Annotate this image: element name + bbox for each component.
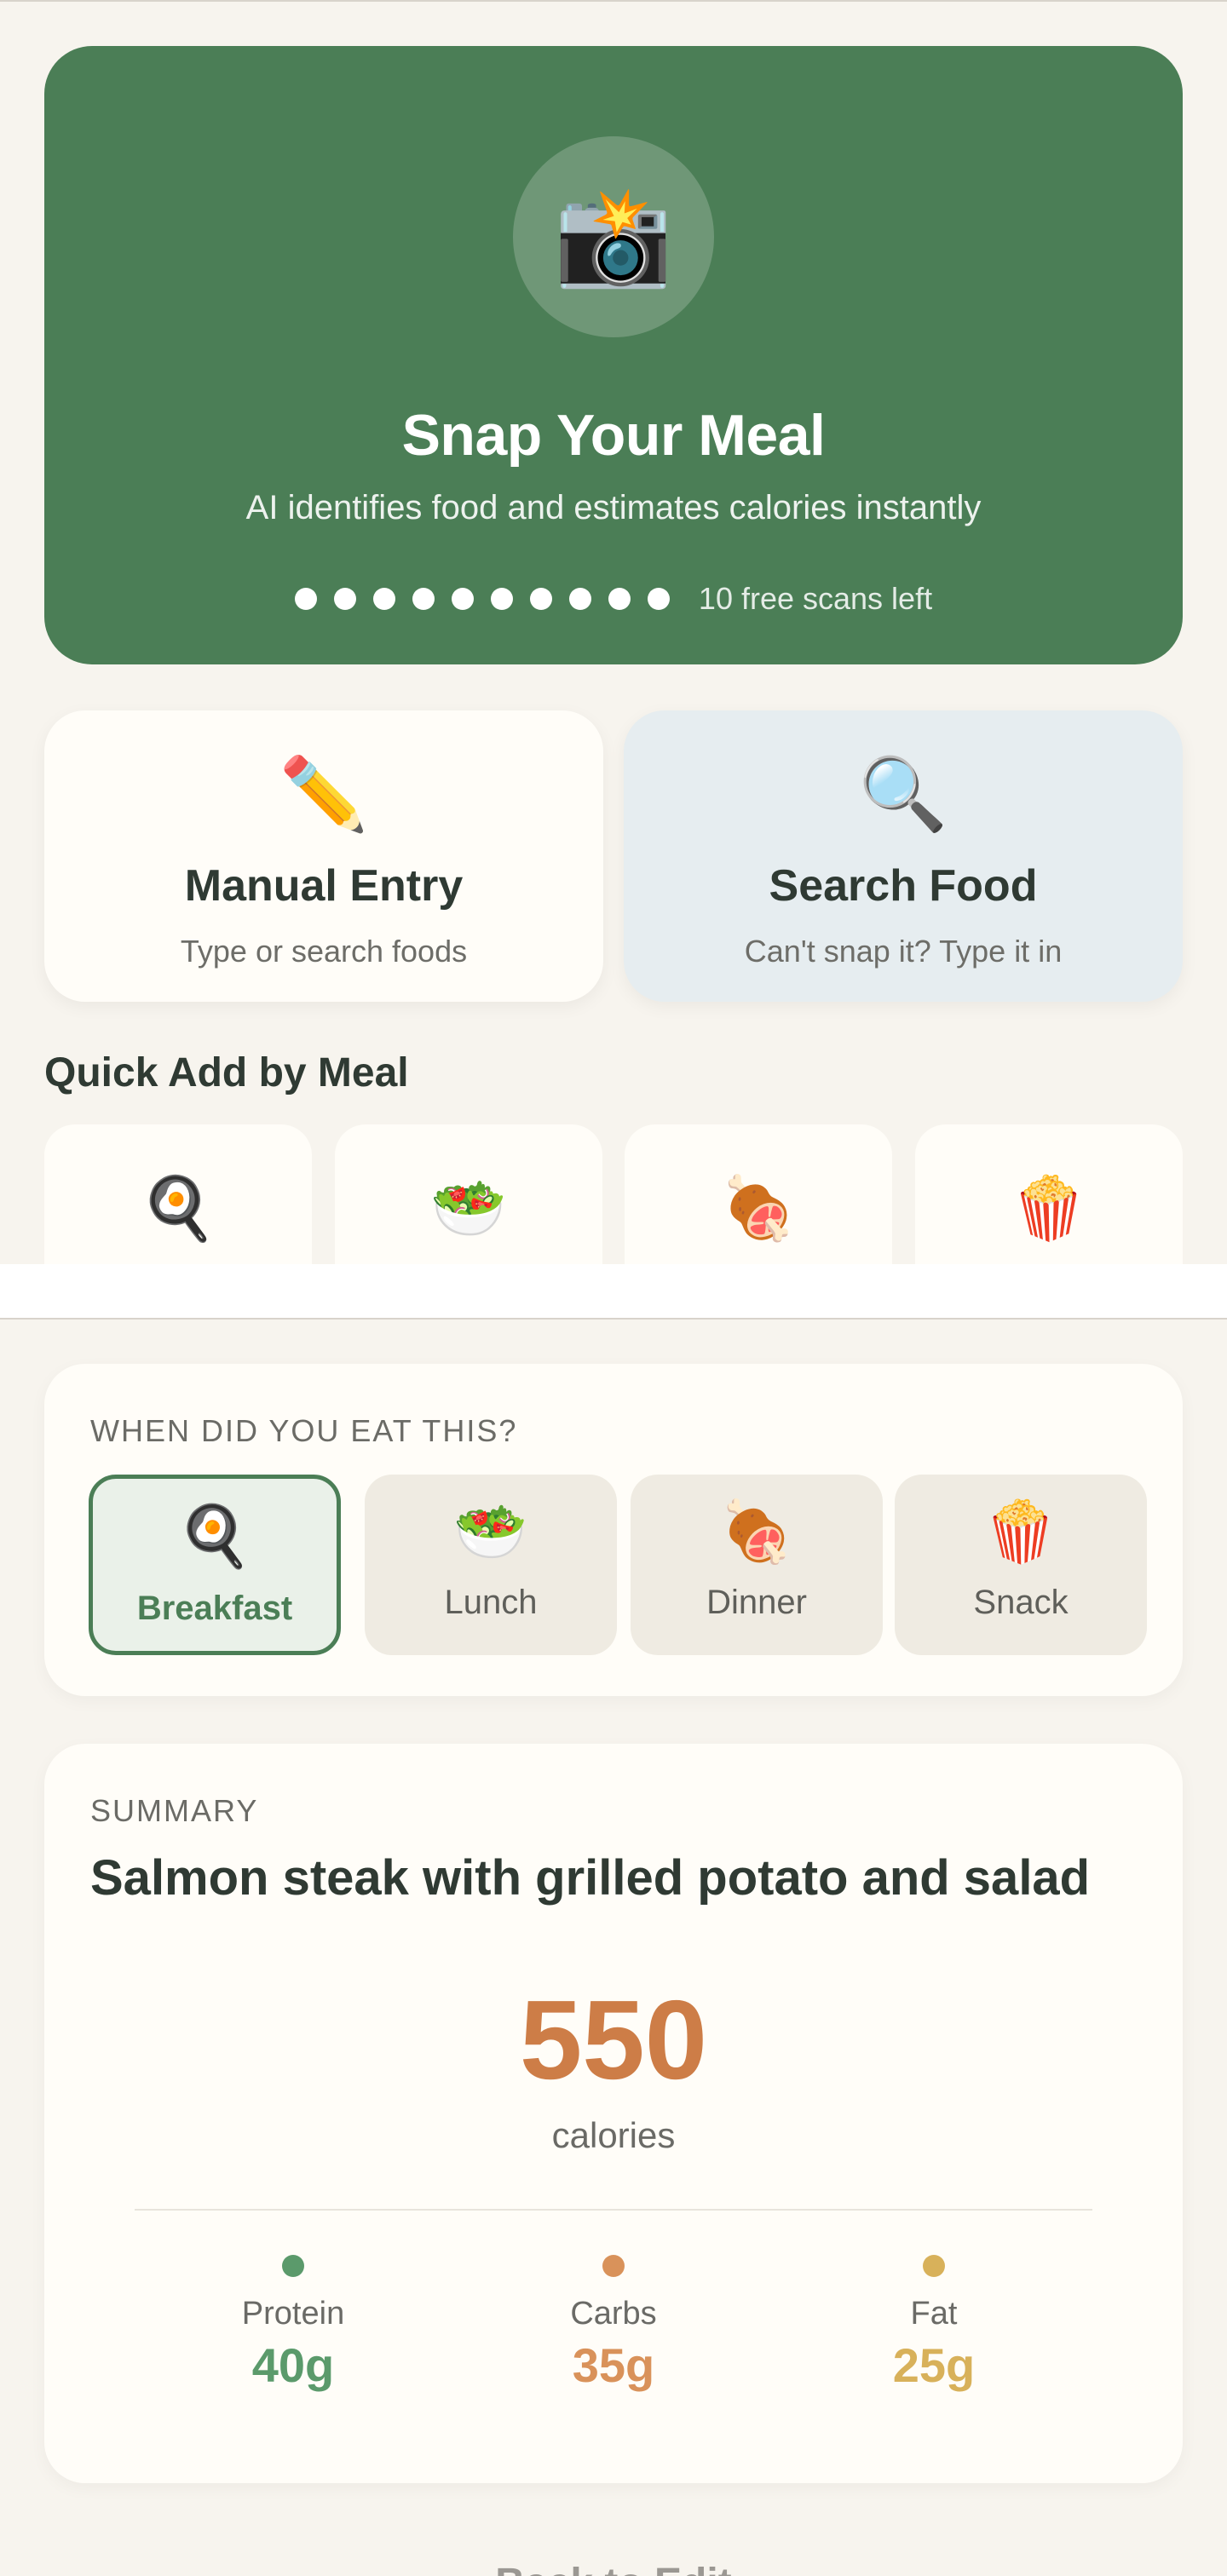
screen-separator [0, 1264, 1227, 1318]
meal-option-dinner[interactable]: 🍖 Dinner [631, 1475, 883, 1655]
quick-add-lunch[interactable]: 🥗 [335, 1124, 602, 1264]
quick-add-breakfast[interactable]: 🍳 [44, 1124, 312, 1264]
calorie-count: 550 [519, 1977, 708, 2102]
pencil-icon: ✏️ [279, 754, 369, 834]
quick-add-dinner[interactable]: 🍖 [625, 1124, 892, 1264]
scan-dot [647, 588, 670, 610]
macro-label: Protein [241, 2296, 345, 2332]
scan-dots [294, 588, 670, 610]
summary-label: SUMMARY [90, 1793, 259, 1828]
frying-pan-icon: 🍳 [177, 1503, 252, 1569]
summary-panel: SUMMARY Salmon steak with grilled potato… [44, 1744, 1183, 2483]
meal-option-label: Breakfast [136, 1590, 293, 1627]
scan-dot [294, 588, 317, 610]
scan-meter: 10 free scans left [44, 581, 1183, 617]
fat-dot [923, 2255, 945, 2277]
meal-time-label: WHEN DID YOU EAT THIS? [90, 1413, 518, 1448]
popcorn-icon: 🍿 [1011, 1175, 1087, 1243]
macro-protein: Protein 40g [165, 2255, 421, 2393]
search-food-title: Search Food [769, 861, 1038, 911]
scan-dot [529, 588, 552, 610]
carbs-dot [602, 2255, 625, 2277]
salad-icon: 🥗 [453, 1498, 528, 1565]
meal-option-snack[interactable]: 🍿 Snack [895, 1475, 1147, 1655]
meat-icon: 🍖 [719, 1498, 794, 1565]
macro-value: 35g [572, 2338, 655, 2392]
quick-add-title: Quick Add by Meal [44, 1050, 409, 1095]
protein-dot [282, 2255, 304, 2277]
back-to-edit-button[interactable]: Back to Edit [0, 2560, 1227, 2576]
capture-screen: 📸 Snap Your Meal AI identifies food and … [0, 0, 1227, 1264]
result-screen: WHEN DID YOU EAT THIS? 🍳 Breakfast 🥗 Lun… [0, 1318, 1227, 2576]
search-food-button[interactable]: 🔍 Search Food Can't snap it? Type it in [624, 710, 1183, 1002]
meal-name: Salmon steak with grilled potato and sal… [90, 1850, 1091, 1906]
popcorn-icon: 🍿 [983, 1498, 1058, 1565]
macro-label: Fat [910, 2296, 958, 2332]
meal-option-lunch[interactable]: 🥗 Lunch [365, 1475, 617, 1655]
scan-dot [412, 588, 435, 610]
scans-left-text: 10 free scans left [698, 581, 933, 616]
calorie-unit: calories [551, 2115, 676, 2155]
camera-flash-icon: 📸 [513, 136, 714, 337]
macro-value: 40g [251, 2338, 335, 2392]
scan-dot [333, 588, 356, 610]
scan-dot [372, 588, 395, 610]
meat-icon: 🍖 [720, 1175, 797, 1243]
frying-pan-icon: 🍳 [140, 1175, 216, 1243]
macro-label: Carbs [570, 2296, 657, 2332]
macro-carbs: Carbs 35g [486, 2255, 741, 2393]
meal-option-label: Snack [973, 1584, 1069, 1621]
meal-time-panel: WHEN DID YOU EAT THIS? 🍳 Breakfast 🥗 Lun… [44, 1364, 1183, 1696]
quick-add-snack[interactable]: 🍿 [915, 1124, 1183, 1264]
scan-dot [568, 588, 591, 610]
magnifier-icon: 🔍 [858, 754, 948, 834]
macro-fat: Fat 25g [806, 2255, 1062, 2393]
hero-subtitle: AI identifies food and estimates calorie… [245, 489, 982, 526]
meal-option-breakfast[interactable]: 🍳 Breakfast [89, 1475, 341, 1655]
meal-option-label: Dinner [706, 1584, 807, 1621]
snap-meal-card[interactable]: 📸 Snap Your Meal AI identifies food and … [44, 46, 1183, 664]
manual-entry-title: Manual Entry [184, 861, 464, 911]
hero-title: Snap Your Meal [401, 403, 826, 468]
scan-dot [490, 588, 513, 610]
search-food-subtitle: Can't snap it? Type it in [744, 934, 1063, 969]
salad-icon: 🥗 [430, 1175, 507, 1243]
manual-entry-button[interactable]: ✏️ Manual Entry Type or search foods [44, 710, 603, 1002]
macro-value: 25g [892, 2338, 976, 2392]
scan-dot [451, 588, 474, 610]
manual-entry-subtitle: Type or search foods [180, 934, 468, 969]
meal-option-label: Lunch [444, 1584, 538, 1621]
divider [135, 2209, 1092, 2211]
scan-dot [608, 588, 631, 610]
